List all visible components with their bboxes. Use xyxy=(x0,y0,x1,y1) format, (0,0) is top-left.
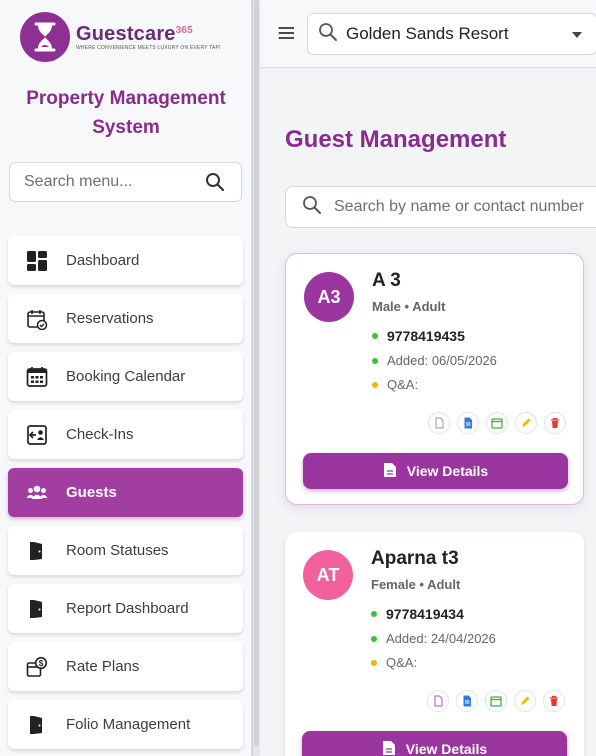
selected-property: Golden Sands Resort xyxy=(346,24,509,43)
view-details-button[interactable]: View Details xyxy=(303,453,568,489)
sidebar-item-label: Reservations xyxy=(66,310,154,327)
status-dot xyxy=(372,357,378,364)
check-in-icon xyxy=(25,423,49,447)
svg-text:$: $ xyxy=(39,659,44,668)
calendar-icon[interactable] xyxy=(486,412,508,434)
sidebar-item-reservations[interactable]: Reservations xyxy=(8,294,243,343)
scrollbar-thumb[interactable] xyxy=(254,0,259,746)
guest-added-date: Added: 24/04/2026 xyxy=(371,631,496,646)
sidebar-item-label: Booking Calendar xyxy=(66,368,186,385)
hourglass-logo-icon xyxy=(20,12,70,62)
sidebar-item-label: Guests xyxy=(66,484,117,501)
sidebar-item-guests[interactable]: Guests xyxy=(8,468,243,517)
top-bar: Golden Sands Resort xyxy=(260,0,596,68)
guest-actions xyxy=(427,690,572,712)
guest-actions xyxy=(428,412,573,434)
brand-logo[interactable]: Guestcare365 WHERE CONVENIENCE MEETS LUX… xyxy=(20,12,221,62)
status-dot xyxy=(371,611,377,617)
status-dot xyxy=(371,635,377,642)
guest-search-box xyxy=(285,186,596,228)
calendar-icon[interactable] xyxy=(485,690,507,712)
app-window: Guestcare365 WHERE CONVENIENCE MEETS LUX… xyxy=(0,0,596,756)
sidebar-item-label: Room Statuses xyxy=(66,542,169,559)
delete-icon[interactable] xyxy=(543,690,565,712)
status-dot xyxy=(371,659,377,666)
sidebar-item-dashboard[interactable]: Dashboard xyxy=(8,236,243,285)
menu-search-input[interactable] xyxy=(24,173,194,191)
property-selector[interactable]: Golden Sands Resort xyxy=(307,13,596,55)
guest-gender-age: Male • Adult xyxy=(372,299,446,314)
dashboard-grid-icon xyxy=(25,249,49,273)
door-icon xyxy=(25,713,49,737)
avatar: A3 xyxy=(304,272,354,322)
sidebar-item-report-dashboard[interactable]: Report Dashboard xyxy=(8,584,243,633)
status-dot xyxy=(372,333,378,339)
status-dot xyxy=(372,381,378,388)
document-icon[interactable] xyxy=(428,412,450,434)
hamburger-menu-icon[interactable] xyxy=(278,25,296,43)
guest-qa: Q&A: xyxy=(372,377,418,392)
delete-icon[interactable] xyxy=(544,412,566,434)
guest-phone: 9778419434 xyxy=(371,606,464,622)
sidebar-item-label: Report Dashboard xyxy=(66,600,189,617)
document-icon xyxy=(382,740,396,756)
sidebar-item-label: Check-Ins xyxy=(66,426,134,443)
brand-tagline: WHERE CONVENIENCE MEETS LUXURY ON EVERY … xyxy=(76,45,221,51)
guest-search-input[interactable] xyxy=(334,198,596,216)
document-icon[interactable] xyxy=(427,690,449,712)
sidebar-nav: Dashboard Reservations Booking Calendar … xyxy=(8,236,243,756)
guest-name: Aparna t3 xyxy=(371,548,459,569)
menu-search-box xyxy=(9,162,242,202)
edit-icon[interactable] xyxy=(514,690,536,712)
sidebar-item-rate-plans[interactable]: $ Rate Plans xyxy=(8,642,243,691)
rate-plan-icon: $ xyxy=(25,655,49,679)
app-title: Property Management System xyxy=(26,88,226,138)
search-icon xyxy=(302,195,322,220)
door-icon xyxy=(25,597,49,621)
users-icon xyxy=(25,481,49,505)
search-icon[interactable] xyxy=(205,172,225,197)
main-content: Guest Management A3 A 3 Male • Adult 977… xyxy=(260,69,596,756)
sidebar-scrollbar[interactable] xyxy=(252,0,260,756)
sidebar-item-room-statuses[interactable]: Room Statuses xyxy=(8,526,243,575)
edit-icon[interactable] xyxy=(515,412,537,434)
guest-gender-age: Female • Adult xyxy=(371,577,461,592)
sidebar-item-label: Dashboard xyxy=(66,252,140,269)
sidebar-item-label: Folio Management xyxy=(66,716,191,733)
avatar: AT xyxy=(303,550,353,600)
guest-qa: Q&A: xyxy=(371,655,417,670)
sidebar-item-check-ins[interactable]: Check-Ins xyxy=(8,410,243,459)
guest-card[interactable]: AT Aparna t3 Female • Adult 9778419434 A… xyxy=(285,532,584,756)
calendar-grid-icon xyxy=(25,365,49,389)
sidebar-item-booking-calendar[interactable]: Booking Calendar xyxy=(8,352,243,401)
search-icon xyxy=(318,22,338,47)
sidebar-item-label: Rate Plans xyxy=(66,658,140,675)
calendar-check-icon xyxy=(25,307,49,331)
guest-name: A 3 xyxy=(372,270,401,291)
page-title: Guest Management xyxy=(285,126,507,153)
guest-phone: 9778419435 xyxy=(372,328,465,344)
sidebar: Guestcare365 WHERE CONVENIENCE MEETS LUX… xyxy=(0,0,252,756)
view-details-button[interactable]: View Details xyxy=(302,731,567,756)
file-icon[interactable] xyxy=(456,690,478,712)
chevron-down-icon[interactable] xyxy=(572,32,582,38)
sidebar-item-folio-management[interactable]: Folio Management xyxy=(8,700,243,749)
guest-added-date: Added: 06/05/2026 xyxy=(372,353,497,368)
document-icon xyxy=(383,462,397,481)
door-icon xyxy=(25,539,49,563)
guest-card[interactable]: A3 A 3 Male • Adult 9778419435 Added: 06… xyxy=(285,253,584,505)
file-icon[interactable] xyxy=(457,412,479,434)
brand-name: Guestcare365 xyxy=(76,23,193,45)
